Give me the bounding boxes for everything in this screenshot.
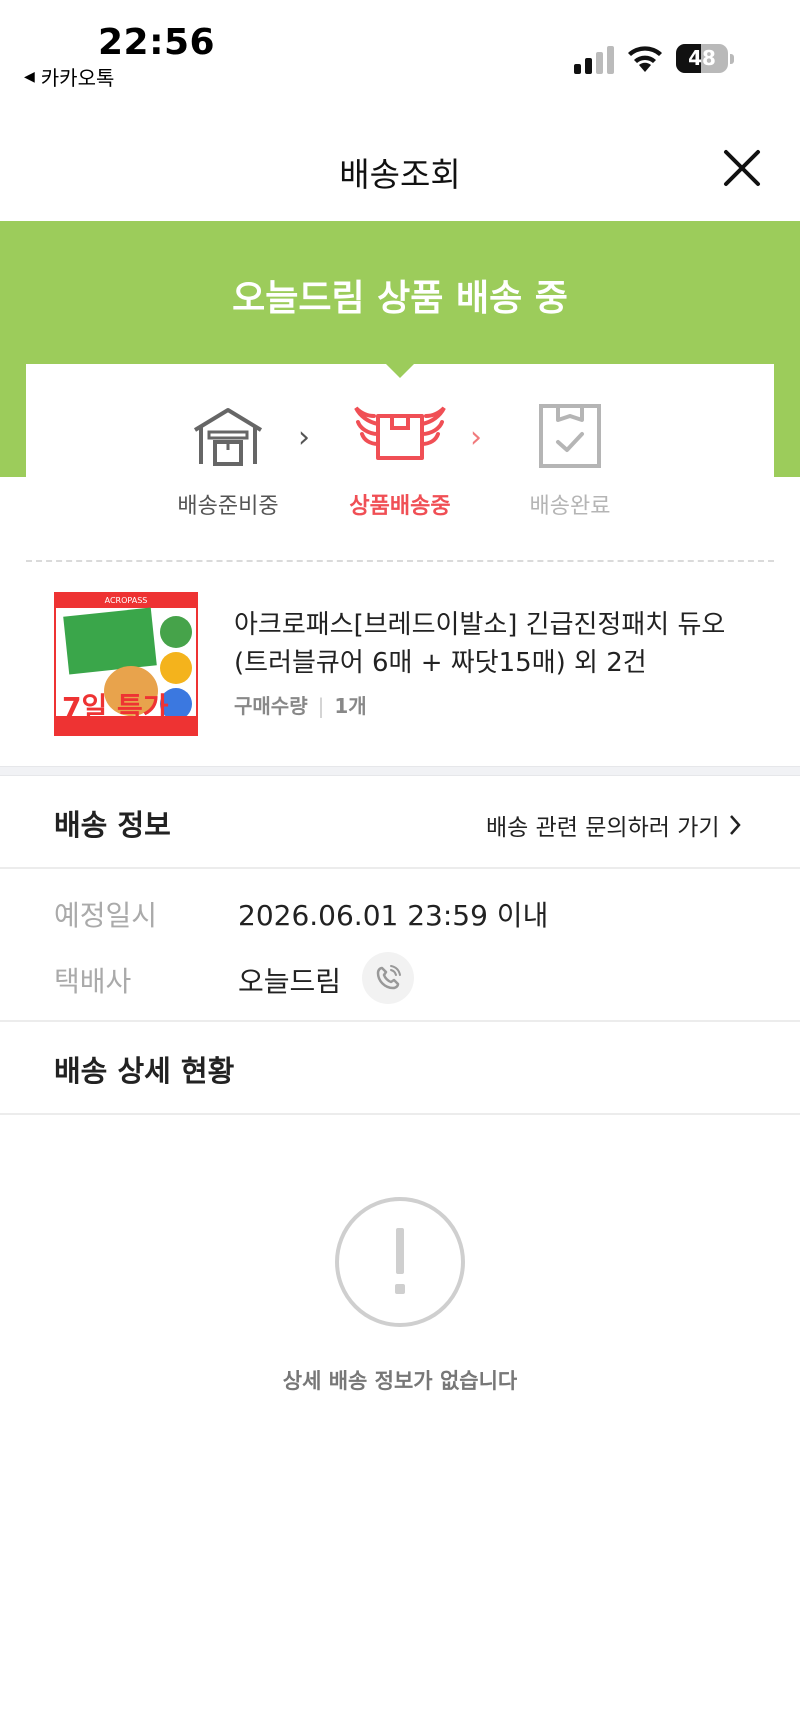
back-app-label: 카카오톡 — [40, 66, 115, 90]
status-bar: 22:56 ◀ 카카오톡 48 — [0, 0, 800, 100]
box-check-icon — [539, 404, 601, 468]
empty-state-text: 상세 배송 정보가 없습니다 — [282, 1369, 518, 1393]
wifi-icon — [628, 46, 662, 72]
phone-icon — [376, 965, 401, 990]
chevron-right-icon — [729, 815, 741, 835]
qty-label: 구매수량 — [234, 694, 308, 718]
battery-level: 48 — [688, 46, 716, 70]
close-icon[interactable] — [718, 144, 766, 192]
page-title: 배송조회 — [339, 155, 461, 194]
cellular-signal-icon — [574, 46, 614, 74]
divider — [0, 867, 800, 869]
delivery-inquiry-link[interactable]: 배송 관련 문의하러 가기 — [486, 808, 742, 842]
step-chevron-icon: › — [470, 420, 482, 455]
exclamation-circle-icon — [335, 1197, 465, 1327]
schedule-label: 예정일시 — [54, 899, 158, 932]
delivery-detail-title: 배송 상세 현황 — [54, 1054, 235, 1088]
step-label-preparing: 배송준비중 — [177, 494, 279, 519]
status-time: 22:56 — [98, 22, 216, 63]
step-chevron-icon: › — [298, 420, 310, 455]
header: 배송조회 — [0, 120, 800, 220]
delivery-info-title: 배송 정보 — [54, 808, 171, 842]
step-delivered: 배송완료 — [510, 404, 630, 520]
winged-box-icon — [354, 406, 446, 460]
inquiry-label: 배송 관련 문의하러 가기 — [486, 815, 720, 841]
thumb-brand: ACROPASS — [56, 594, 196, 608]
banner-title: 오늘드림 상품 배송 중 — [232, 278, 568, 319]
step-shipping: 상품배송중 — [336, 404, 464, 520]
back-to-app-link[interactable]: ◀ 카카오톡 — [24, 62, 114, 91]
schedule-value: 2026.06.01 23:59 이내 — [238, 899, 549, 932]
warehouse-icon — [193, 408, 263, 466]
product-name[interactable]: 아크로패스[브레드이발소] 긴급진정패치 듀오 (트러블큐어 6매 + 짜닷15… — [234, 606, 764, 682]
dashed-divider — [26, 560, 774, 562]
section-separator — [0, 766, 800, 776]
divider — [0, 1113, 800, 1115]
courier-label: 택배사 — [54, 965, 132, 998]
step-label-shipping: 상품배송중 — [349, 494, 451, 519]
call-courier-button[interactable] — [362, 952, 414, 1004]
step-preparing: 배송준비중 — [168, 404, 288, 520]
courier-value: 오늘드림 — [238, 965, 342, 998]
step-label-delivered: 배송완료 — [529, 494, 611, 519]
back-arrow-icon: ◀ — [24, 68, 35, 85]
product-thumbnail[interactable]: ACROPASS 7일 특가 — [54, 592, 198, 736]
product-quantity: 구매수량 | 1개 — [234, 694, 367, 718]
qty-value: 1개 — [334, 694, 367, 718]
battery-indicator: 48 — [676, 44, 734, 73]
thumb-promo: 7일 특가 — [62, 691, 169, 724]
divider — [0, 1020, 800, 1022]
card-notch — [386, 364, 414, 378]
